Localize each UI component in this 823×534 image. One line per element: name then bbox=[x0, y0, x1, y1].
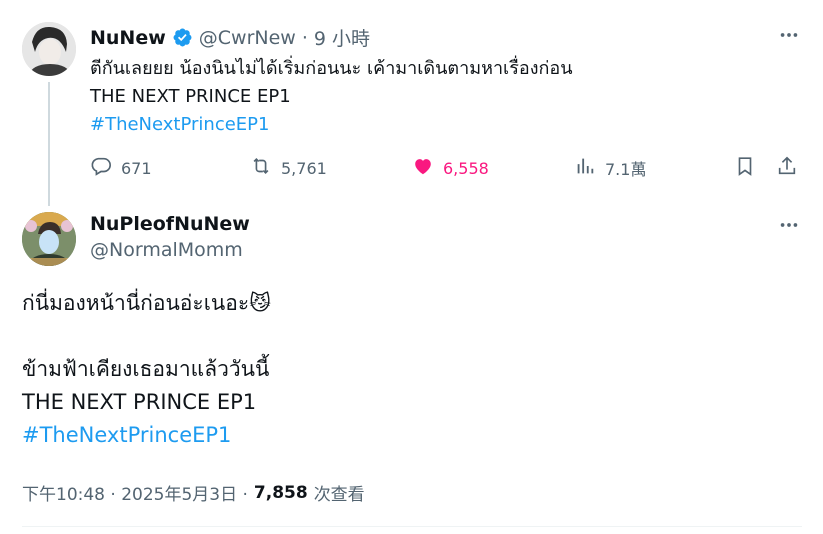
nupleofnunew-avatar[interactable] bbox=[22, 212, 76, 266]
reply-text-line: ข้ามฟ้าเคียงเธอมาแล้ววันนี้ bbox=[22, 357, 270, 381]
hashtag-link[interactable]: #TheNextPrinceEP1 bbox=[22, 419, 802, 452]
repost-icon bbox=[250, 155, 272, 181]
reply-button[interactable]: 671 bbox=[90, 155, 152, 181]
like-icon bbox=[412, 155, 434, 181]
bookmark-icon[interactable] bbox=[734, 155, 756, 181]
hashtag-link[interactable]: #TheNextPrinceEP1 bbox=[90, 111, 790, 139]
reply-header: NuPleofNuNew @NormalMomm bbox=[90, 213, 250, 261]
reply-body: ก่นี่มองหน้านี่ก่อนอ่ะเนอะ😼 ข้ามฟ้าเคียง… bbox=[22, 287, 802, 452]
views-count: 7.1萬 bbox=[605, 160, 647, 179]
verified-badge-icon bbox=[172, 27, 193, 48]
tweet-text-line: ตีกันเลยยย น้องนินไม่ได้เริ่มก่อนนะ เค้า… bbox=[90, 58, 573, 79]
repost-count: 5,761 bbox=[281, 158, 327, 178]
reply-text: ก่นี่มองหน้านี่ก่อนอ่ะเนอะ bbox=[22, 291, 250, 315]
like-count: 6,558 bbox=[443, 158, 489, 178]
tweet-time[interactable]: 9 小時 bbox=[314, 24, 370, 51]
reply-view-count: 7,858 bbox=[253, 482, 308, 503]
reply-text-line: THE NEXT PRINCE EP1 bbox=[22, 390, 257, 414]
reply-text-line: ก่นี่มองหน้านี่ก่อนอ่ะเนอะ😼 bbox=[22, 287, 802, 320]
nunew-avatar[interactable] bbox=[22, 22, 76, 76]
tweet-text-line: THE NEXT PRINCE EP1 bbox=[90, 86, 291, 107]
views-button[interactable]: 7.1萬 bbox=[574, 155, 646, 181]
divider bbox=[22, 526, 802, 527]
views-icon bbox=[574, 155, 596, 181]
more-icon[interactable] bbox=[778, 24, 800, 50]
tweet-header: NuNew @CwrNew · 9 小時 bbox=[90, 24, 370, 51]
reply-view-label: 次查看 bbox=[313, 485, 365, 505]
more-icon[interactable] bbox=[778, 214, 800, 240]
thread-line bbox=[48, 82, 50, 206]
author-name[interactable]: NuNew bbox=[90, 27, 166, 49]
author-handle[interactable]: @CwrNew bbox=[199, 27, 296, 49]
separator-dot: · bbox=[301, 26, 308, 49]
reply-icon bbox=[90, 155, 112, 181]
reply-author-handle[interactable]: @NormalMomm bbox=[90, 239, 250, 261]
cat-emoji: 😼 bbox=[249, 291, 272, 315]
like-button[interactable]: 6,558 bbox=[412, 155, 489, 181]
reply-meta: 下午10:48 · 2025年5月3日 · 7,858 次查看 bbox=[22, 480, 365, 506]
tweet-body: ตีกันเลยยย น้องนินไม่ได้เริ่มก่อนนะ เค้า… bbox=[90, 55, 790, 139]
repost-button[interactable]: 5,761 bbox=[250, 155, 327, 181]
reply-author-name[interactable]: NuPleofNuNew bbox=[90, 213, 250, 235]
share-icon[interactable] bbox=[776, 155, 798, 181]
reply-timestamp[interactable]: 下午10:48 · 2025年5月3日 · bbox=[22, 480, 248, 505]
reply-count: 671 bbox=[121, 158, 152, 178]
